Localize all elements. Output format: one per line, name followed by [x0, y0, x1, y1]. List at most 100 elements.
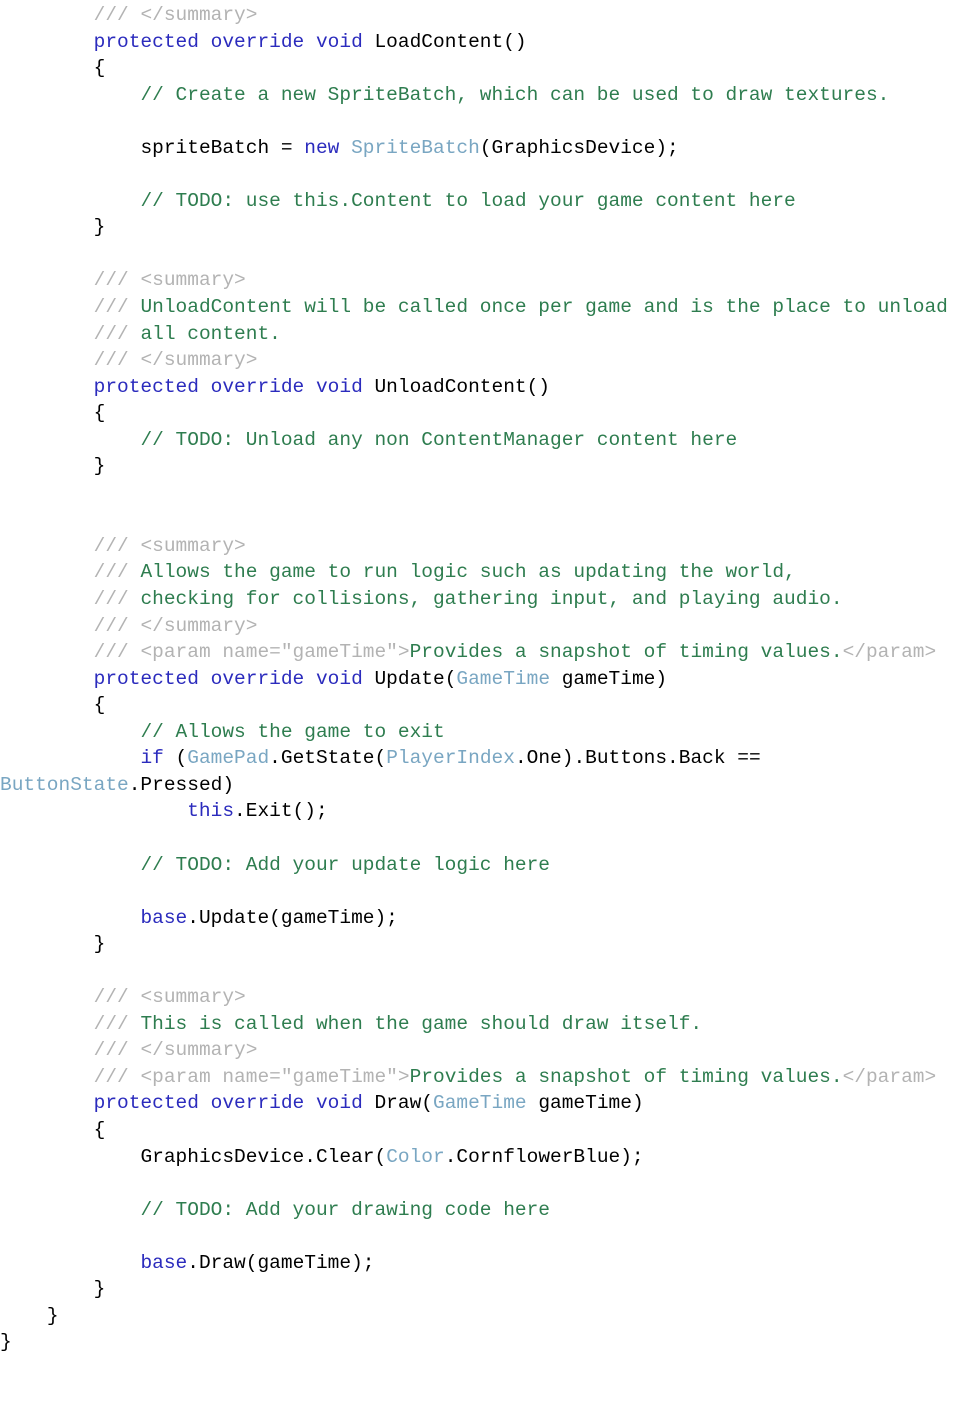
code-token-doctext: all content.: [140, 322, 281, 345]
code-line: /// This is called when the game should …: [0, 1011, 960, 1038]
code-line: base.Update(gameTime);: [0, 905, 960, 932]
code-token-type: SpriteBatch: [351, 136, 480, 159]
code-token-plain: GraphicsDevice.Clear(: [0, 1145, 387, 1168]
code-token-comment: // TODO: Unload any non ContentManager c…: [140, 428, 738, 451]
code-token-plain: spriteBatch =: [0, 136, 305, 159]
code-token-doctag: <param name="gameTime">: [140, 641, 410, 664]
code-token-doctext: checking for collisions, gathering input…: [140, 588, 843, 611]
code-line: {: [0, 1117, 960, 1144]
code-token-doctag: </summary>: [140, 4, 258, 26]
code-token-plain: (: [163, 747, 188, 770]
code-listing: /// </summary> protected override void L…: [0, 0, 960, 1356]
code-line: // Allows the game to exit: [0, 719, 960, 746]
code-line: protected override void UnloadContent(): [0, 374, 960, 401]
code-line: }: [0, 1276, 960, 1303]
code-line: /// Allows the game to run logic such as…: [0, 559, 960, 586]
code-token-doctag: </param>: [842, 641, 937, 664]
code-token-plain: .Draw(gameTime);: [187, 1251, 375, 1274]
code-line: // TODO: Add your drawing code here: [0, 1197, 960, 1224]
code-token-plain: }: [0, 1278, 106, 1301]
code-token-doctag: <summary>: [140, 986, 246, 1009]
code-line: /// </summary>: [0, 1037, 960, 1064]
code-line: // TODO: Unload any non ContentManager c…: [0, 427, 960, 454]
code-line: // TODO: use this.Content to load your g…: [0, 188, 960, 215]
code-line: /// UnloadContent will be called once pe…: [0, 294, 960, 321]
code-token-keyword: protected override void: [93, 1092, 375, 1115]
code-line: spriteBatch = new SpriteBatch(GraphicsDe…: [0, 135, 960, 162]
code-token-plain: .Exit();: [234, 800, 328, 823]
code-token-docslash: ///: [93, 534, 141, 557]
code-token-plain: }: [0, 1331, 12, 1354]
code-line: /// </summary>: [0, 2, 960, 29]
code-token-plain: LoadContent(): [374, 30, 527, 53]
code-line: {: [0, 55, 960, 82]
code-token-plain: .Pressed): [128, 773, 235, 796]
code-token-keyword: protected override void: [93, 667, 375, 690]
code-token-plain: gameTime): [526, 1092, 644, 1115]
code-line: /// <summary>: [0, 533, 960, 560]
code-token-plain: .CornflowerBlue);: [444, 1145, 644, 1168]
code-token-plain: (GraphicsDevice);: [479, 136, 679, 159]
code-token-docslash: ///: [93, 561, 141, 584]
code-token-docslash: ///: [93, 1065, 141, 1088]
code-token-plain: }: [0, 455, 106, 478]
code-token-keyword: new: [304, 136, 352, 159]
code-token-type: PlayerIndex: [386, 747, 515, 770]
code-token-keyword: protected override void: [93, 375, 375, 398]
code-line: {: [0, 692, 960, 719]
code-token-docslash: ///: [93, 1039, 141, 1062]
code-line: [0, 1170, 960, 1197]
code-line: [0, 1223, 960, 1250]
code-token-docslash: ///: [93, 4, 141, 26]
code-line: /// all content.: [0, 321, 960, 348]
code-token-doctext: Provides a snapshot of timing values.: [409, 1065, 843, 1088]
code-token-type: GameTime: [433, 1092, 527, 1115]
code-token-docslash: ///: [93, 1012, 141, 1035]
code-token-doctext: Allows the game to run logic such as upd…: [140, 561, 796, 584]
code-line: /// </summary>: [0, 613, 960, 640]
code-token-type: ButtonState: [0, 773, 129, 796]
code-line: }: [0, 214, 960, 241]
code-line: GraphicsDevice.Clear(Color.CornflowerBlu…: [0, 1144, 960, 1171]
code-token-doctext: UnloadContent will be called once per ga…: [140, 296, 948, 319]
code-token-plain: {: [0, 402, 106, 425]
code-token-docslash: ///: [93, 641, 141, 664]
code-token-keyword: base: [140, 906, 188, 929]
code-token-keyword: if: [140, 747, 164, 770]
code-token-type: GamePad: [187, 747, 270, 770]
code-token-plain: Draw(: [374, 1092, 433, 1115]
code-token-plain: {: [0, 1118, 106, 1141]
code-token-comment: // TODO: use this.Content to load your g…: [140, 189, 796, 212]
code-line: // TODO: Add your update logic here: [0, 852, 960, 879]
code-line: {: [0, 400, 960, 427]
code-token-plain: }: [0, 933, 106, 956]
code-line: protected override void Update(GameTime …: [0, 666, 960, 693]
code-line: base.Draw(gameTime);: [0, 1250, 960, 1277]
code-token-keyword: base: [140, 1251, 188, 1274]
code-line: if (GamePad.GetState(PlayerIndex.One).Bu…: [0, 745, 960, 798]
code-line: /// <summary>: [0, 984, 960, 1011]
